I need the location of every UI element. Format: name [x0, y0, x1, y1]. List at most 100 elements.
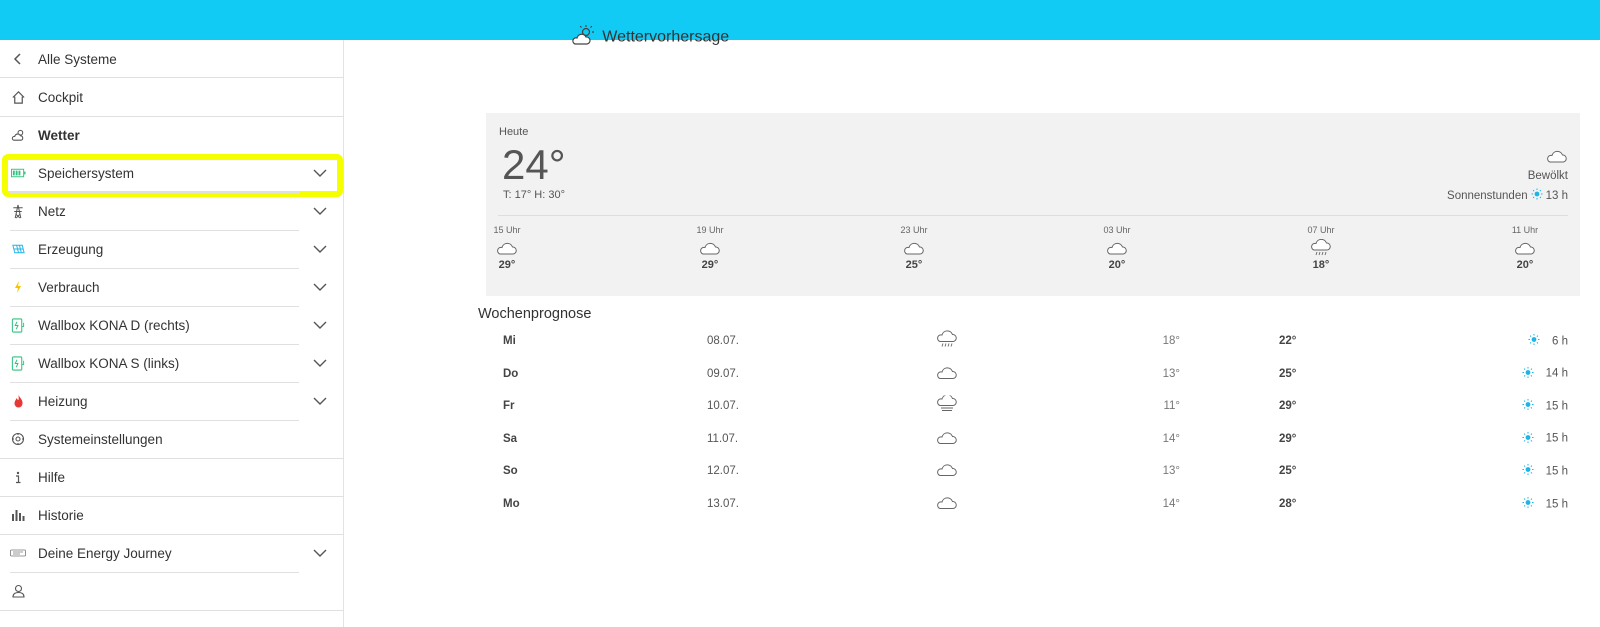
partly-cloudy-icon — [571, 24, 595, 51]
sun-icon — [1528, 334, 1540, 349]
today-card: Heute 24° T: 17° H: 30° Bewölkt Sonnenst… — [486, 113, 1580, 296]
forecast-low: 14° — [1162, 432, 1180, 445]
sidebar-item-label: Cockpit — [38, 89, 84, 105]
forecast-date: 13.07. — [707, 498, 739, 510]
hour-time: 03 Uhr — [1103, 225, 1131, 235]
forecast-day: Do — [503, 367, 519, 380]
sunshine-value: 15 h — [1545, 498, 1568, 510]
hourly-forecast: 07 Uhr 18° — [1301, 225, 1341, 271]
sidebar-item-wallbox-kona-s[interactable]: Wallbox KONA S (links) — [0, 344, 344, 382]
forecast-row: Fr 10.07. 11° 29° 15 h — [486, 393, 1580, 419]
current-temperature: 24° — [502, 141, 566, 188]
chevron-down-icon[interactable] — [312, 165, 328, 181]
sidebar-item-verbrauch[interactable]: Verbrauch — [0, 268, 344, 306]
forecast-sunshine: 14 h — [1522, 366, 1568, 381]
forecast-row: Mi 08.07. 18° 22° 6 h — [486, 328, 1580, 354]
sidebar-item-netz[interactable]: Netz — [0, 192, 344, 230]
sidebar-item-label: Systemeinstellungen — [38, 431, 163, 447]
sidebar-item-heizung[interactable]: Heizung — [0, 382, 344, 420]
chevron-down-icon[interactable] — [312, 241, 328, 257]
journey-icon — [10, 545, 26, 561]
forecast-day: Mi — [503, 335, 516, 347]
chevron-down-icon[interactable] — [312, 317, 328, 333]
chevron-down-icon[interactable] — [312, 393, 328, 409]
sidebar-item-historie[interactable]: Historie — [0, 496, 344, 534]
sidebar-item-wetter[interactable]: Wetter — [0, 116, 344, 154]
forecast-low: 13° — [1162, 465, 1180, 478]
bar-chart-icon — [10, 507, 26, 523]
hour-time: 07 Uhr — [1307, 225, 1335, 235]
power-tower-icon — [10, 203, 26, 219]
sunshine-hours: Sonnenstunden 13 h — [1447, 188, 1568, 203]
sun-icon — [1522, 366, 1534, 381]
hour-time: 15 Uhr — [493, 225, 521, 235]
sidebar-item-speichersystem[interactable]: Speichersystem — [0, 154, 344, 192]
sidebar-item-account[interactable] — [0, 572, 344, 610]
cloud-fog-icon — [936, 394, 958, 417]
cloud-icon — [690, 237, 730, 259]
cloud-icon — [936, 365, 958, 382]
sidebar-item-label: Wetter — [38, 127, 80, 143]
divider — [498, 215, 1568, 216]
page-title-text: Wettervorhersage — [602, 28, 730, 46]
chevron-down-icon[interactable] — [312, 279, 328, 295]
sidebar: Alle Systeme Cockpit Wetter Speichersyst… — [0, 40, 344, 627]
sidebar-item-wallbox-kona-d[interactable]: Wallbox KONA D (rechts) — [0, 306, 344, 344]
forecast-high: 28° — [1279, 498, 1297, 510]
settings-icon — [10, 431, 26, 447]
hourly-forecast: 19 Uhr 29° — [690, 225, 730, 271]
weather-icon — [10, 127, 26, 143]
condition-text: Bewölkt — [1527, 170, 1568, 182]
hour-temperature: 29° — [498, 259, 516, 271]
sun-icon — [1531, 188, 1543, 203]
temperature-range: T: 17° H: 30° — [503, 189, 565, 201]
chevron-down-icon[interactable] — [312, 203, 328, 219]
cloud-rain-icon — [1301, 237, 1341, 259]
sunshine-value: 14 h — [1545, 367, 1568, 380]
forecast-date: 11.07. — [707, 432, 739, 445]
forecast-row: Sa 11.07. 14° 29° 15 h — [486, 426, 1580, 452]
sidebar-item-erzeugung[interactable]: Erzeugung — [0, 230, 344, 268]
hour-temperature: 25° — [905, 259, 923, 271]
sunshine-value: 15 h — [1545, 432, 1568, 445]
forecast-sunshine: 6 h — [1528, 334, 1568, 349]
sidebar-item-cockpit[interactable]: Cockpit — [0, 78, 344, 116]
forecast-low: 18° — [1162, 335, 1180, 347]
forecast-day: Mo — [503, 498, 520, 510]
sidebar-item-hilfe[interactable]: Hilfe — [0, 458, 344, 496]
solar-panel-icon — [10, 241, 26, 257]
chevron-down-icon[interactable] — [312, 545, 328, 561]
sidebar-item-label: Netz — [38, 203, 66, 219]
forecast-high: 29° — [1279, 400, 1297, 413]
chevron-down-icon[interactable] — [312, 355, 328, 371]
forecast-sunshine: 15 h — [1522, 399, 1568, 414]
divider — [0, 610, 344, 611]
sun-icon — [1522, 431, 1534, 446]
forecast-high: 25° — [1279, 367, 1297, 380]
forecast-sunshine: 15 h — [1522, 464, 1568, 479]
forecast-date: 12.07. — [707, 465, 739, 478]
sidebar-item-energy-journey[interactable]: Deine Energy Journey — [0, 534, 344, 572]
cloud-rain-icon — [936, 330, 958, 352]
hour-temperature: 20° — [1516, 259, 1534, 271]
sidebar-item-systemeinstellungen[interactable]: Systemeinstellungen — [0, 420, 344, 458]
cloud-icon — [1505, 237, 1545, 259]
sidebar-item-label: Verbrauch — [38, 279, 100, 295]
back-label: Alle Systeme — [38, 51, 117, 67]
lightning-icon — [10, 279, 26, 295]
forecast-sunshine: 15 h — [1522, 497, 1568, 512]
sidebar-item-label: Speichersystem — [38, 165, 135, 181]
hour-temperature: 20° — [1108, 259, 1126, 271]
cloud-icon — [936, 430, 958, 447]
info-icon — [10, 469, 26, 485]
sunshine-value: 13 h — [1545, 189, 1568, 202]
forecast-low: 13° — [1162, 367, 1180, 380]
forecast-high: 29° — [1279, 432, 1297, 445]
sunshine-value: 6 h — [1552, 335, 1568, 347]
sidebar-item-label: Deine Energy Journey — [38, 545, 172, 561]
sidebar-item-label: Hilfe — [38, 469, 66, 485]
week-forecast-title: Wochenprognose — [478, 306, 592, 322]
cloud-icon — [936, 496, 958, 513]
hourly-forecast: 23 Uhr 25° — [894, 225, 934, 271]
hourly-forecast: 15 Uhr 29° — [487, 225, 527, 271]
